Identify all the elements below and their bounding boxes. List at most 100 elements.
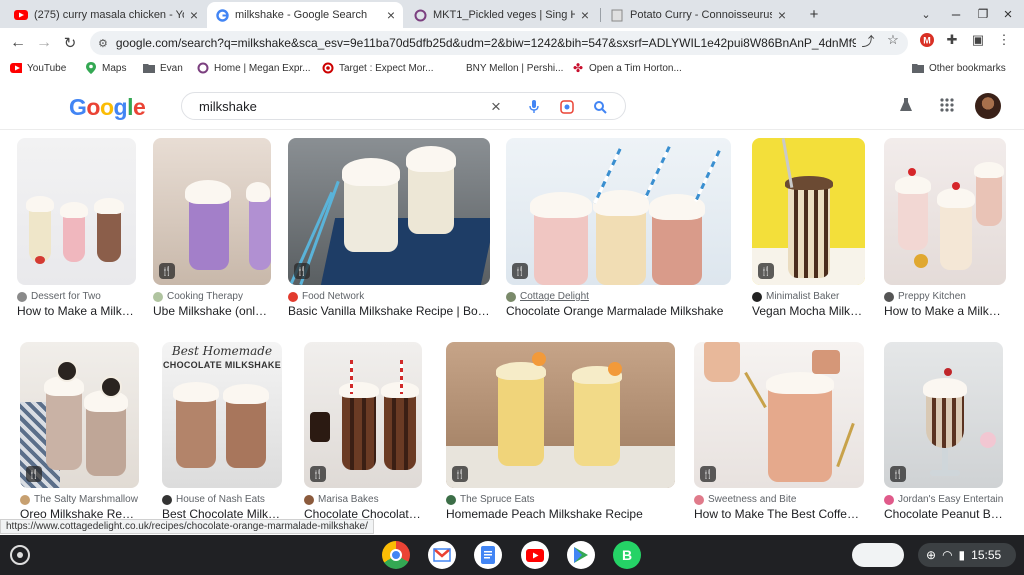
result-image[interactable] [17, 138, 136, 285]
avatar[interactable] [975, 93, 1001, 119]
result-source: Food Network [288, 291, 490, 302]
search-input[interactable]: milkshake [199, 99, 257, 114]
other-bookmarks[interactable]: Other bookmarks [912, 62, 1006, 74]
clear-icon[interactable]: × [487, 97, 505, 116]
back-icon[interactable]: ← [8, 33, 28, 53]
holding-space-thumbnails[interactable] [852, 543, 904, 567]
result-image[interactable]: 🍴 [752, 138, 865, 285]
bookmark-star-icon[interactable]: ☆ [884, 31, 902, 49]
extension-m-icon[interactable]: M [918, 31, 936, 49]
result-card[interactable]: 🍴 Food Network Basic Vanilla Milkshake R… [288, 138, 490, 318]
result-title[interactable]: How to Make a Milkshake [884, 304, 1006, 318]
close-icon[interactable]: × [190, 7, 198, 23]
result-title[interactable]: Ube Milkshake (only ... [153, 304, 271, 318]
result-image[interactable] [884, 138, 1006, 285]
play-store-icon[interactable] [567, 541, 595, 569]
result-title[interactable]: Chocolate Orange Marmalade Milkshake [506, 304, 731, 318]
result-title[interactable]: Chocolate Peanut Butter Milkshake [884, 507, 1003, 521]
gmail-icon[interactable] [428, 541, 456, 569]
result-card[interactable]: 🍴 Cottage Delight Chocolate Orange Marma… [506, 138, 731, 318]
new-tab-button[interactable]: + [804, 4, 824, 24]
result-card[interactable]: Dessert for Two How to Make a Milkshake [17, 138, 136, 318]
apps-grid-icon[interactable] [937, 95, 957, 115]
recipe-badge-icon: 🍴 [310, 466, 326, 482]
image-results: Dessert for Two How to Make a Milkshake … [0, 131, 1024, 535]
result-image[interactable]: 🍴 [288, 138, 490, 285]
lens-icon[interactable] [558, 98, 576, 116]
result-title[interactable]: Basic Vanilla Milkshake Recipe | Bobby .… [288, 304, 490, 318]
result-card[interactable]: 🍴 Marisa Bakes Chocolate Chocolate Milks… [304, 342, 422, 521]
bookmark-label: Home | Megan Expr... [214, 62, 311, 74]
close-icon[interactable]: × [778, 7, 786, 23]
result-image[interactable]: 🍴 [446, 342, 675, 488]
target-icon [322, 62, 334, 74]
result-image[interactable]: 🍴 [694, 342, 864, 488]
bookmark-evan[interactable]: Evan [143, 62, 183, 74]
result-image[interactable]: 🍴 [153, 138, 271, 285]
status-tray[interactable]: ⊕ ◠ ▮ 15:55 [918, 543, 1016, 567]
tab-divider [600, 8, 601, 22]
extensions-puzzle-icon[interactable]: ✚ [943, 31, 961, 49]
bookmark-target[interactable]: Target : Expect Mor... [322, 62, 433, 74]
result-card[interactable]: 🍴 Sweetness and Bite How to Make The Bes… [694, 342, 864, 521]
result-card[interactable]: 🍴 Minimalist Baker Vegan Mocha Milkshake [752, 138, 865, 318]
chrome-icon[interactable] [382, 541, 410, 569]
bookmark-tim-hortons[interactable]: ✤ Open a Tim Horton... [572, 61, 682, 75]
recipe-badge-icon: 🍴 [294, 263, 310, 279]
google-logo[interactable]: Google [69, 94, 146, 121]
result-image[interactable]: Best Homemade CHOCOLATE MILKSHAKE [162, 342, 282, 488]
image-overlay-line1: Best Homemade [171, 344, 273, 358]
source-icon [288, 291, 298, 302]
result-card[interactable]: 🍴 Cooking Therapy Ube Milkshake (only ..… [153, 138, 271, 318]
bookmark-youtube[interactable]: YouTube [10, 62, 66, 74]
address-bar[interactable]: ⚙ google.com/search?q=milkshake&sca_esv=… [90, 31, 908, 55]
result-card[interactable]: 🍴 The Salty Marshmallow Oreo Milkshake R… [20, 342, 139, 521]
result-title[interactable]: Homemade Peach Milkshake Recipe [446, 507, 675, 521]
bookmark-maps[interactable]: Maps [85, 62, 126, 74]
search-icon[interactable] [591, 98, 609, 116]
result-title[interactable]: How to Make a Milkshake [17, 304, 136, 318]
result-card[interactable]: 🍴 Jordan's Easy Entertaining Chocolate P… [884, 342, 1003, 521]
source-icon [752, 291, 762, 302]
whatsapp-icon[interactable]: B [613, 541, 641, 569]
bookmark-bny[interactable]: BNY Mellon | Pershi... [449, 62, 563, 74]
restore-button[interactable]: ❐ [973, 4, 993, 24]
menu-kebab-icon[interactable]: ⋮ [995, 31, 1013, 49]
site-info-icon[interactable]: ⚙ [98, 37, 108, 50]
side-panel-icon[interactable]: ▣ [969, 31, 987, 49]
mic-icon[interactable] [525, 98, 543, 116]
result-image[interactable]: 🍴 [20, 342, 139, 488]
tab-potato-curry[interactable]: Potato Curry - Connoisseurus Ve × [602, 2, 794, 28]
result-title[interactable]: How to Make The Best Coffee Milkshake [694, 507, 864, 521]
minimize-button[interactable]: – [946, 4, 966, 24]
bny-icon [449, 62, 461, 74]
launcher-icon[interactable] [10, 545, 30, 565]
forward-icon[interactable]: → [34, 33, 54, 53]
svg-text:M: M [923, 36, 931, 46]
result-card[interactable]: Best Homemade CHOCOLATE MILKSHAKE House … [162, 342, 282, 521]
youtube-icon[interactable] [521, 541, 549, 569]
google-header: Google milkshake × [0, 80, 1024, 130]
share-icon[interactable]: ⤴ [859, 31, 877, 49]
reload-icon[interactable]: ↻ [60, 33, 80, 53]
result-image[interactable]: 🍴 [506, 138, 731, 285]
source-icon [153, 291, 163, 302]
result-image[interactable]: 🍴 [884, 342, 1003, 488]
result-card[interactable]: 🍴 The Spruce Eats Homemade Peach Milksha… [446, 342, 675, 521]
result-card[interactable]: Preppy Kitchen How to Make a Milkshake [884, 138, 1006, 318]
tab-youtube-curry[interactable]: (275) curry masala chicken - You × [6, 2, 206, 28]
result-source: The Spruce Eats [446, 494, 675, 505]
search-box[interactable]: milkshake × [181, 92, 626, 120]
close-icon[interactable]: × [581, 7, 589, 23]
close-icon[interactable]: × [387, 7, 395, 23]
close-window-button[interactable]: × [998, 4, 1018, 24]
bookmark-megan[interactable]: Home | Megan Expr... [197, 62, 311, 74]
tab-search-button[interactable]: ⌄ [916, 4, 936, 24]
result-title[interactable]: Vegan Mocha Milkshake [752, 304, 865, 318]
address-url[interactable]: google.com/search?q=milkshake&sca_esv=9e… [116, 36, 856, 50]
tab-pickled-veges[interactable]: MKT1_Pickled veges | Sing Heng × [405, 2, 597, 28]
result-image[interactable]: 🍴 [304, 342, 422, 488]
tab-milkshake-search[interactable]: milkshake - Google Search × [207, 2, 403, 28]
docs-icon[interactable] [474, 541, 502, 569]
labs-flask-icon[interactable] [896, 95, 916, 115]
